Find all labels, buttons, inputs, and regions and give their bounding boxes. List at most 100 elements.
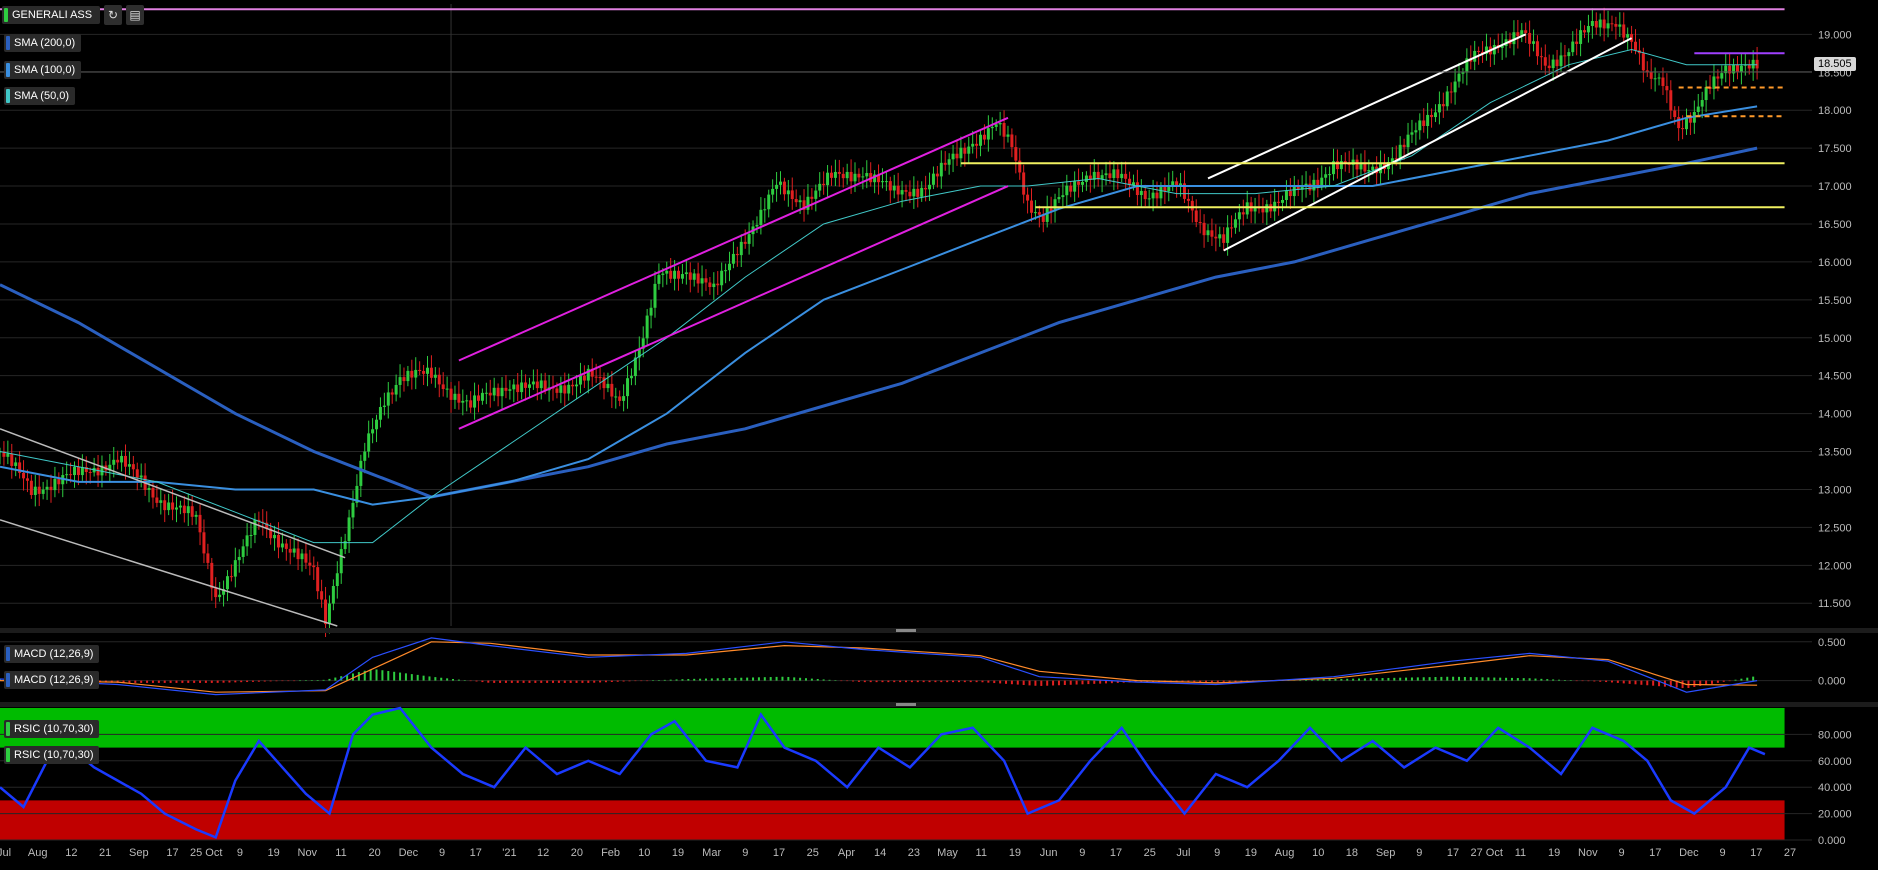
candle-body (928, 184, 932, 190)
macd-histogram-bar (1475, 677, 1478, 681)
panel-divider-1[interactable] (0, 628, 1878, 633)
candle-body (241, 546, 245, 557)
macd-histogram-bar (263, 680, 266, 682)
drag-handle-icon[interactable] (896, 703, 916, 706)
macd-histogram-bar (828, 679, 831, 681)
candle-body (437, 374, 441, 385)
time-tick-label: '21 (502, 847, 516, 859)
macd-histogram-bar (251, 680, 254, 682)
candle-body (696, 273, 700, 284)
candle-body (1673, 110, 1677, 118)
macd-histogram-bar (193, 680, 196, 683)
indicator-label-sma-50[interactable]: SMA (50,0) (4, 87, 76, 105)
candle-body (327, 603, 331, 625)
candle-body (720, 270, 724, 286)
rsi-oversold-zone (0, 800, 1785, 840)
macd-histogram-bar (1346, 678, 1349, 681)
macd-histogram-bar (1528, 678, 1531, 681)
calendar-icon[interactable]: ▤ (126, 5, 144, 25)
macd-histogram-bar (1452, 676, 1455, 681)
macd-histogram-bar (787, 676, 790, 681)
macd-histogram-bar (957, 680, 960, 683)
time-tick-label: 17 (166, 847, 178, 859)
candle-body (673, 270, 677, 279)
candle-body (731, 253, 735, 264)
candle-body (245, 535, 249, 547)
candle-body (845, 171, 849, 179)
macd-histogram-bar (1610, 680, 1613, 683)
candle-body (1206, 230, 1210, 236)
candle-body (1410, 132, 1414, 135)
time-tick-label: 9 (742, 847, 748, 859)
macd-histogram-bar (1499, 677, 1502, 681)
candle-body (457, 393, 461, 403)
macd-histogram-bar (1546, 679, 1549, 681)
macd-histogram-bar (1358, 678, 1360, 681)
macd-histogram-bar (234, 680, 237, 683)
macd-histogram-bar (1505, 677, 1508, 681)
candle-body (1073, 181, 1077, 192)
candle-body (912, 188, 916, 197)
macd-histogram-bar (1558, 679, 1561, 681)
candle-body (375, 419, 379, 430)
candle-body (1061, 195, 1065, 198)
candle-body (1606, 23, 1610, 29)
macd-histogram-bar (1063, 680, 1066, 686)
drag-handle-icon[interactable] (896, 629, 916, 632)
macd-histogram-bar (1534, 678, 1537, 681)
rsi-label-2[interactable]: RSIC (10,70,30) (4, 746, 100, 764)
macd-histogram-bar (810, 678, 813, 681)
candle-body (1084, 175, 1088, 182)
macd-histogram-bar (1640, 680, 1643, 685)
candle-body (331, 586, 335, 604)
macd-histogram-bar (387, 671, 390, 681)
candle-body (739, 241, 743, 256)
candle-body (680, 274, 684, 279)
candle-body (931, 173, 935, 185)
price-tick-label: 13.000 (1818, 484, 1852, 496)
candle-body (1575, 41, 1579, 44)
macd-histogram-bar (504, 680, 507, 683)
candle-body (1414, 130, 1418, 133)
rsi-label-1[interactable]: RSIC (10,70,30) (4, 720, 100, 738)
candle-body (37, 486, 41, 494)
candle-body (210, 562, 214, 589)
macd-histogram-bar (475, 680, 478, 682)
macd-histogram-bar (852, 680, 855, 682)
macd-label-1[interactable]: MACD (12,26,9) (4, 645, 100, 663)
macd-label-2[interactable]: MACD (12,26,9) (4, 671, 100, 689)
time-tick-label: 27 (1784, 847, 1796, 859)
macd-histogram-bar (410, 674, 413, 681)
candle-body (578, 375, 582, 385)
candle-body (1124, 173, 1128, 179)
indicator-label-sma-100[interactable]: SMA (100,0) (4, 61, 82, 79)
time-tick-label: 17 (470, 847, 482, 859)
macd-histogram-bar (728, 678, 731, 681)
candle-body (1430, 114, 1434, 118)
symbol-label[interactable]: GENERALI ASS (2, 6, 101, 24)
time-tick-label: 9 (237, 847, 243, 859)
candle-body (1422, 120, 1426, 127)
macd-histogram-bar (905, 680, 907, 683)
macd-histogram-bar (1587, 680, 1590, 682)
macd-histogram-bar (599, 680, 602, 683)
price-tick-label: 12.500 (1818, 522, 1852, 534)
chart-stage[interactable]: 19.00018.50018.00017.50017.00016.50016.0… (0, 0, 1878, 870)
candle-body (629, 376, 633, 379)
macd-histogram-bar (675, 679, 678, 681)
rsi-swatch (6, 722, 10, 736)
indicator-label-sma-200[interactable]: SMA (200,0) (4, 34, 82, 52)
macd-histogram-bar (375, 669, 378, 681)
candle-body (763, 209, 767, 211)
macd-histogram-bar (257, 680, 260, 682)
candle-body (155, 497, 159, 503)
macd-histogram-bar (899, 680, 902, 683)
panel-divider-2[interactable] (0, 702, 1878, 707)
refresh-icon[interactable]: ↻ (104, 5, 122, 25)
candle-body (904, 190, 908, 192)
macd-histogram-bar (446, 678, 449, 681)
time-tick-label: Sep (129, 847, 149, 859)
macd-histogram-bar (793, 677, 796, 681)
candle-body (806, 196, 810, 210)
candle-body (688, 272, 692, 280)
